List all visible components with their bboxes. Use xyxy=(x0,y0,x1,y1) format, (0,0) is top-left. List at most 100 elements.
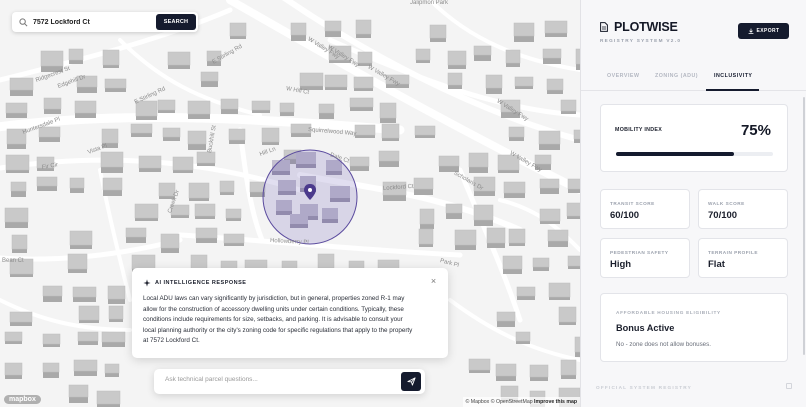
stat-value: 70/100 xyxy=(708,210,738,221)
send-button[interactable] xyxy=(401,372,421,391)
mobility-progress-fill xyxy=(616,152,734,156)
footer-checkbox[interactable] xyxy=(786,383,792,389)
building-roof xyxy=(223,233,245,244)
building-roof xyxy=(514,76,534,87)
building-roof xyxy=(468,358,491,371)
building-roof xyxy=(418,228,434,245)
building-roof xyxy=(438,155,460,167)
tab-zoning-adu[interactable]: ZONING (ADU) xyxy=(655,73,698,79)
ask-input[interactable] xyxy=(165,376,385,383)
map-view[interactable]: Jalipmon Park W Valley Fwy W Valley Fwy W V… xyxy=(0,0,580,407)
tab-overview[interactable]: OVERVIEW xyxy=(607,73,639,79)
building-roof xyxy=(10,181,27,192)
building-roof xyxy=(104,363,120,374)
building-roof xyxy=(447,72,463,86)
building-roof xyxy=(42,333,61,345)
building-roof xyxy=(445,203,463,214)
tab-bar: OVERVIEW ZONING (ADU) INCLUSIVITY xyxy=(581,64,806,91)
building-roof xyxy=(5,102,28,114)
building-roof xyxy=(107,285,126,300)
building-roof xyxy=(9,311,33,323)
tab-inclusivity[interactable]: INCLUSIVITY xyxy=(714,73,752,79)
building-roof xyxy=(195,227,218,239)
building-roof xyxy=(4,331,23,342)
search-button[interactable]: SEARCH xyxy=(156,14,196,30)
building-roof xyxy=(69,177,85,189)
ai-response-line: local planning authority or the city's z… xyxy=(143,326,413,334)
building-roof xyxy=(567,255,580,267)
building-roof xyxy=(77,331,99,342)
building-roof xyxy=(131,254,156,270)
building-roof xyxy=(355,19,372,35)
export-button[interactable]: EXPORT xyxy=(738,23,789,39)
building-roof xyxy=(162,127,181,138)
improve-map-link[interactable]: Improve this map xyxy=(534,399,577,405)
attribution-osm-link[interactable]: © OpenStreetMap xyxy=(491,399,533,405)
ai-response-title: AI INTELLIGENCE RESPONSE xyxy=(155,280,247,286)
building-roof xyxy=(167,51,191,66)
building-roof xyxy=(567,178,580,190)
building-roof xyxy=(349,97,374,108)
building-roof xyxy=(324,74,348,88)
building-roof xyxy=(43,97,62,110)
building-roof xyxy=(299,72,324,87)
building-roof xyxy=(194,203,216,217)
mobility-progress-track xyxy=(616,152,773,156)
document-icon xyxy=(600,22,608,32)
attribution-mapbox-link[interactable]: © Mapbox xyxy=(466,399,490,405)
building-roof xyxy=(157,99,176,111)
building-roof xyxy=(9,77,34,91)
close-icon[interactable]: × xyxy=(429,277,438,286)
download-icon xyxy=(748,28,753,34)
building-roof xyxy=(381,123,400,139)
stat-label: TERRAIN PROFILE xyxy=(708,250,758,255)
building-roof xyxy=(290,22,307,36)
building-roof xyxy=(534,154,552,165)
building-roof xyxy=(130,123,153,134)
search-icon xyxy=(19,17,28,26)
ai-response-line: conditions include requirements for size… xyxy=(143,316,403,324)
stat-value: High xyxy=(610,259,632,270)
building-roof xyxy=(414,125,436,136)
building-roof xyxy=(318,103,335,114)
panel-scrollbar[interactable] xyxy=(803,97,805,355)
ai-response-line: at 7572 Lockford Ct. xyxy=(143,337,200,345)
terrain-profile-card: TERRAIN PROFILE Flat xyxy=(698,238,788,278)
footer-label: OFFICIAL SYSTEM REGISTRY xyxy=(596,385,692,390)
building-roof xyxy=(560,99,577,112)
brand-name: PLOTWISE xyxy=(614,20,678,34)
building-roof xyxy=(447,50,467,66)
brand-subtitle: REGISTRY SYSTEM V2.0 xyxy=(600,38,682,43)
active-tab-indicator xyxy=(706,89,759,91)
building-roof xyxy=(42,285,63,297)
ai-response-line: Local ADU laws can vary significantly by… xyxy=(143,295,405,302)
building-roof xyxy=(68,384,89,398)
mobility-index-value: 75% xyxy=(740,122,771,139)
building-roof xyxy=(419,208,435,225)
building-roof xyxy=(4,362,23,376)
address-search-input[interactable] xyxy=(33,18,151,26)
address-search-box: SEARCH xyxy=(12,12,198,32)
building-roof xyxy=(508,228,526,244)
export-label: EXPORT xyxy=(756,28,780,34)
building-roof xyxy=(78,305,100,321)
building-roof xyxy=(172,156,194,171)
building-roof xyxy=(413,177,434,190)
building-roof xyxy=(138,155,162,169)
ai-response-line: allow for the construction of accessory … xyxy=(143,305,404,313)
building-roof xyxy=(125,227,147,238)
building-roof xyxy=(67,253,88,270)
building-roof xyxy=(547,229,569,242)
building-roof xyxy=(544,20,568,34)
building-roof xyxy=(42,362,60,373)
building-roof xyxy=(100,151,124,168)
building-roof xyxy=(566,202,580,217)
mapbox-logo[interactable]: mapbox xyxy=(4,395,41,404)
building-roof xyxy=(104,78,127,89)
stat-label: TRANSIT SCORE xyxy=(610,201,655,206)
building-roof xyxy=(73,359,98,372)
building-roof xyxy=(515,331,531,342)
building-roof xyxy=(187,100,211,115)
ask-bar xyxy=(154,369,425,394)
building-roof xyxy=(4,207,29,223)
